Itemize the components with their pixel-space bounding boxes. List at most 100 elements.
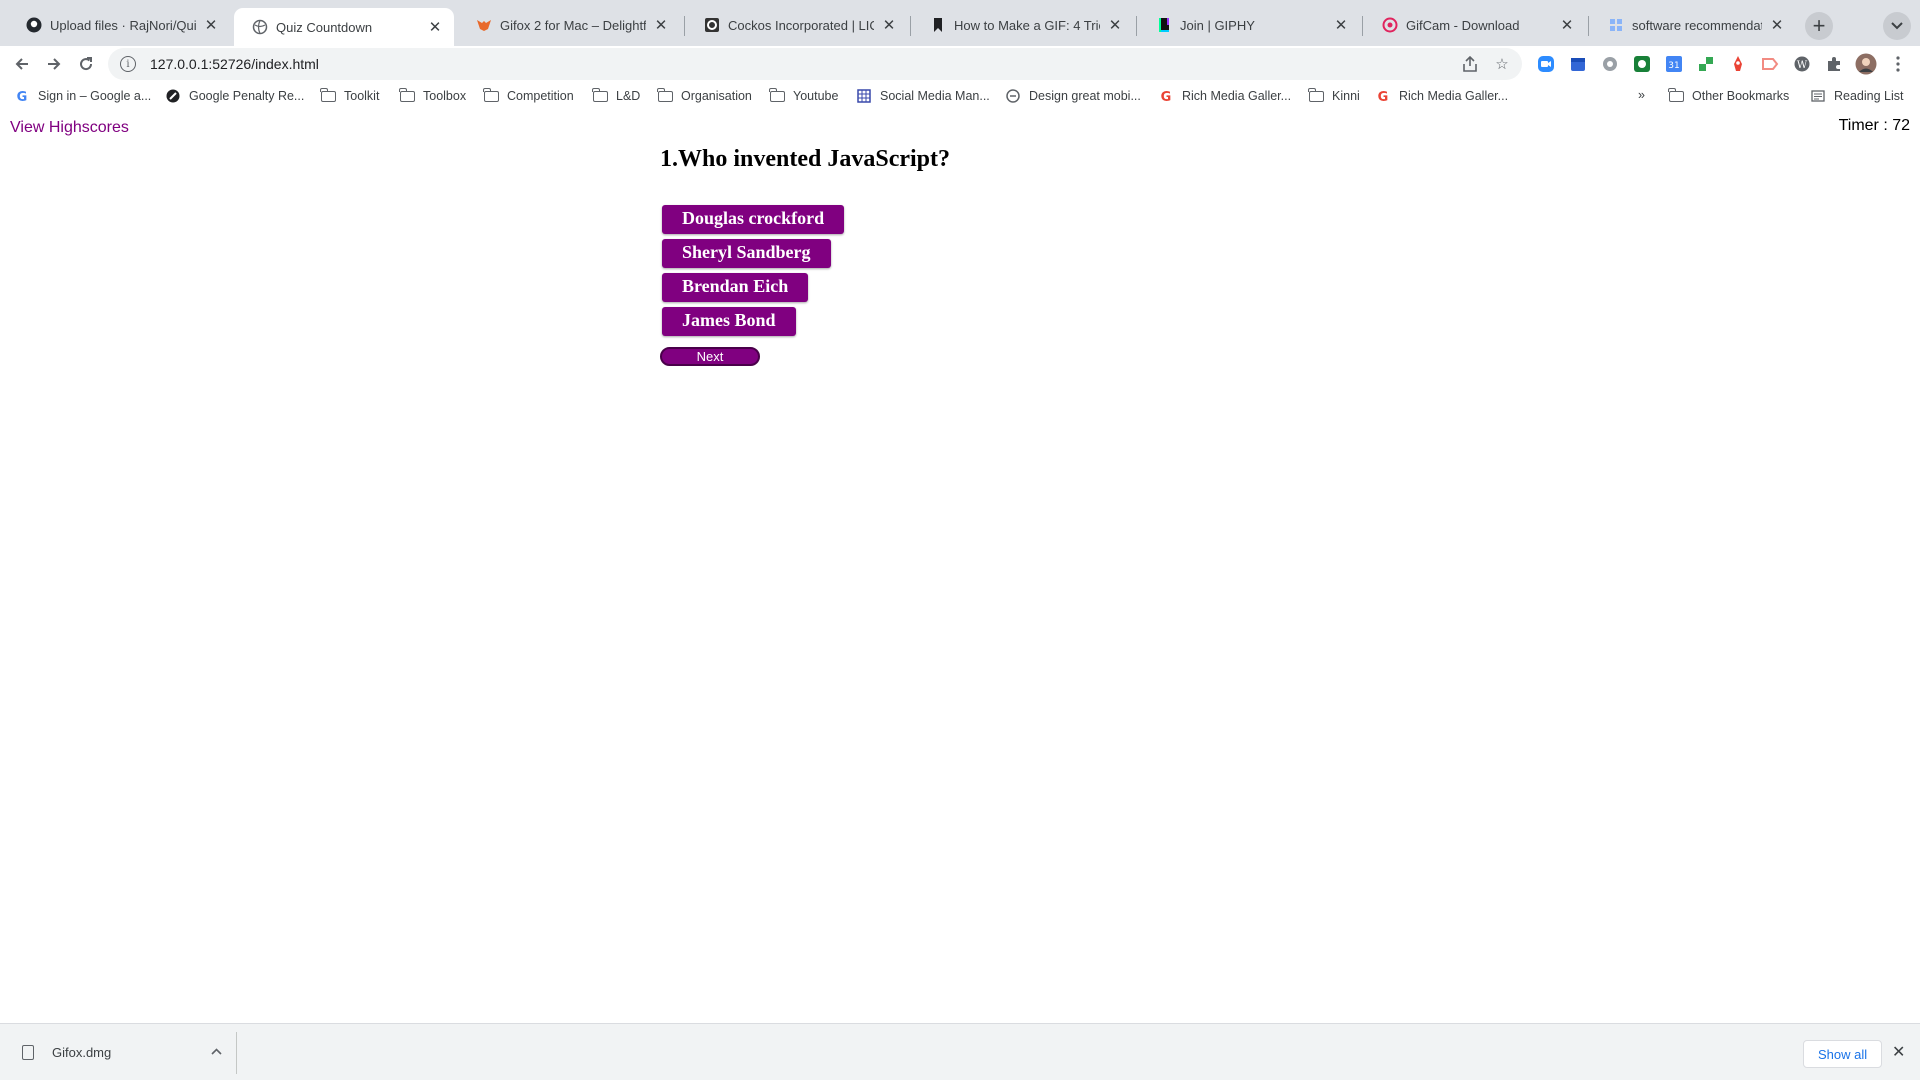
tab-upload-files[interactable]: Upload files · RajNori/QuizAp ✕ xyxy=(8,8,230,42)
close-icon[interactable]: ✕ xyxy=(426,18,444,36)
globe-icon xyxy=(252,19,268,35)
kebab-menu-icon[interactable] xyxy=(1887,53,1909,75)
close-icon[interactable]: ✕ xyxy=(652,16,670,34)
tab-software-recommendation[interactable]: software recommendation - ✕ xyxy=(1590,8,1796,42)
puzzle-green-icon[interactable] xyxy=(1695,53,1717,75)
close-icon[interactable]: ✕ xyxy=(1768,16,1786,34)
answer-button[interactable]: James Bond xyxy=(662,307,796,336)
rocket-extension-icon[interactable] xyxy=(1727,53,1749,75)
tab-gifox[interactable]: Gifox 2 for Mac – Delightful ✕ xyxy=(458,8,680,42)
record-extension-icon[interactable] xyxy=(1759,53,1781,75)
bubble-extension-icon[interactable] xyxy=(1599,53,1621,75)
reload-button[interactable] xyxy=(72,50,100,78)
bookmark-item[interactable]: G Rich Media Galler... xyxy=(1158,88,1291,104)
close-icon[interactable]: ✕ xyxy=(1332,16,1350,34)
view-highscores-link[interactable]: View Highscores xyxy=(10,119,129,137)
answer-button[interactable]: Douglas crockford xyxy=(662,205,845,234)
tab-how-to-make-gif[interactable]: How to Make a GIF: 4 Tried- ✕ xyxy=(912,8,1134,42)
share-icon[interactable] xyxy=(1458,52,1482,76)
answer-button[interactable]: Sheryl Sandberg xyxy=(662,239,831,268)
bookmark-item[interactable]: Social Media Man... xyxy=(856,88,990,104)
close-icon[interactable]: ✕ xyxy=(1892,1042,1905,1062)
site-icon xyxy=(165,88,181,104)
bookmark-item[interactable]: Google Penalty Re... xyxy=(165,88,304,104)
question-title: 1.Who invented JavaScript? xyxy=(660,146,951,172)
bookmark-folder-kinni[interactable]: Kinni xyxy=(1308,87,1360,104)
timer-display: Timer : 72 xyxy=(1838,117,1910,134)
tab-giphy[interactable]: Join | GIPHY ✕ xyxy=(1138,8,1360,42)
bookmark-folder-toolbox[interactable]: Toolbox xyxy=(399,87,466,104)
bookmark-folder-other[interactable]: Other Bookmarks xyxy=(1668,87,1789,104)
github-icon xyxy=(26,17,42,33)
folder-icon xyxy=(399,87,415,104)
site-icon xyxy=(1005,88,1021,104)
forward-button[interactable] xyxy=(40,50,68,78)
tab-cockos[interactable]: Cockos Incorporated | LICEc ✕ xyxy=(686,8,908,42)
download-divider xyxy=(236,1032,237,1074)
file-icon xyxy=(22,1044,34,1060)
forward-arrow-icon xyxy=(48,58,61,70)
folder-icon xyxy=(592,87,608,104)
svg-text:W: W xyxy=(1797,60,1808,71)
tab-strip: Upload files · RajNori/QuizAp ✕ Quiz Cou… xyxy=(0,0,1920,46)
bookmark-folder-toolkit[interactable]: Toolkit xyxy=(320,87,379,104)
download-item[interactable]: Gifox.dmg xyxy=(14,1036,234,1068)
bookmark-folder-organisation[interactable]: Organisation xyxy=(657,87,752,104)
google-calendar-icon[interactable]: 31 xyxy=(1663,53,1685,75)
tab-search-button[interactable] xyxy=(1883,12,1911,40)
avatar[interactable] xyxy=(1855,53,1877,75)
tab-gifcam[interactable]: GifCam - Download ✕ xyxy=(1364,8,1586,42)
bookmark-folder-ld[interactable]: L&D xyxy=(592,87,640,104)
zoom-extension-icon[interactable] xyxy=(1535,53,1557,75)
svg-text:31: 31 xyxy=(1668,61,1679,71)
bookmark-item[interactable]: G Sign in – Google a... xyxy=(14,88,152,104)
show-all-button[interactable]: Show all xyxy=(1803,1040,1883,1068)
reading-list-icon xyxy=(1810,88,1826,104)
puzzle-icon[interactable] xyxy=(1823,53,1845,75)
folder-icon xyxy=(320,87,336,104)
bookmark-item[interactable]: G Rich Media Galler... xyxy=(1375,88,1508,104)
close-icon[interactable]: ✕ xyxy=(1558,16,1576,34)
chevron-up-icon[interactable] xyxy=(211,1046,222,1058)
svg-text:G: G xyxy=(17,90,28,103)
tab-separator xyxy=(910,16,911,36)
bookmark-folder-youtube[interactable]: Youtube xyxy=(769,87,838,104)
stack-icon xyxy=(1608,17,1624,33)
close-icon[interactable]: ✕ xyxy=(1106,16,1124,34)
new-tab-button[interactable]: + xyxy=(1805,12,1833,40)
grammarly-extension-icon[interactable] xyxy=(1631,53,1653,75)
bookmarks-overflow-button[interactable]: » xyxy=(1638,88,1645,102)
tab-separator xyxy=(1136,16,1137,36)
download-file-name: Gifox.dmg xyxy=(52,1044,112,1060)
info-icon[interactable]: i xyxy=(120,56,136,72)
reload-icon xyxy=(80,57,93,71)
answer-list: Douglas crockford Sheryl Sandberg Brenda… xyxy=(662,205,845,341)
reading-list-button[interactable]: Reading List xyxy=(1810,88,1904,104)
grid-icon xyxy=(856,88,872,104)
tab-quiz-countdown[interactable]: Quiz Countdown ✕ xyxy=(234,8,454,46)
bookmark-folder-competition[interactable]: Competition xyxy=(483,87,574,104)
close-icon[interactable]: ✕ xyxy=(202,16,220,34)
download-bar: Gifox.dmg Show all ✕ xyxy=(0,1023,1920,1080)
google-icon: G xyxy=(14,88,30,104)
folder-icon xyxy=(1308,87,1324,104)
url-text[interactable]: 127.0.0.1:52726/index.html xyxy=(150,56,1458,72)
wordpress-extension-icon[interactable]: W xyxy=(1791,53,1813,75)
folder-icon xyxy=(1668,87,1684,104)
back-button[interactable] xyxy=(8,50,36,78)
address-bar[interactable]: i 127.0.0.1:52726/index.html ☆ xyxy=(108,48,1522,80)
next-button[interactable]: Next xyxy=(660,347,760,366)
answer-button[interactable]: Brendan Eich xyxy=(662,273,809,302)
bookmark-item[interactable]: Design great mobi... xyxy=(1005,88,1141,104)
fox-icon xyxy=(476,17,492,33)
page-content: View Highscores Timer : 72 1.Who invente… xyxy=(0,113,1920,1023)
folder-icon xyxy=(769,87,785,104)
bookmark-icon xyxy=(930,17,946,33)
tab-separator xyxy=(1362,16,1363,36)
tab-separator xyxy=(684,16,685,36)
close-icon[interactable]: ✕ xyxy=(880,16,898,34)
google-icon: G xyxy=(1375,88,1391,104)
cockos-icon xyxy=(704,17,720,33)
star-icon[interactable]: ☆ xyxy=(1490,52,1514,76)
calendar-extension-icon[interactable] xyxy=(1567,53,1589,75)
